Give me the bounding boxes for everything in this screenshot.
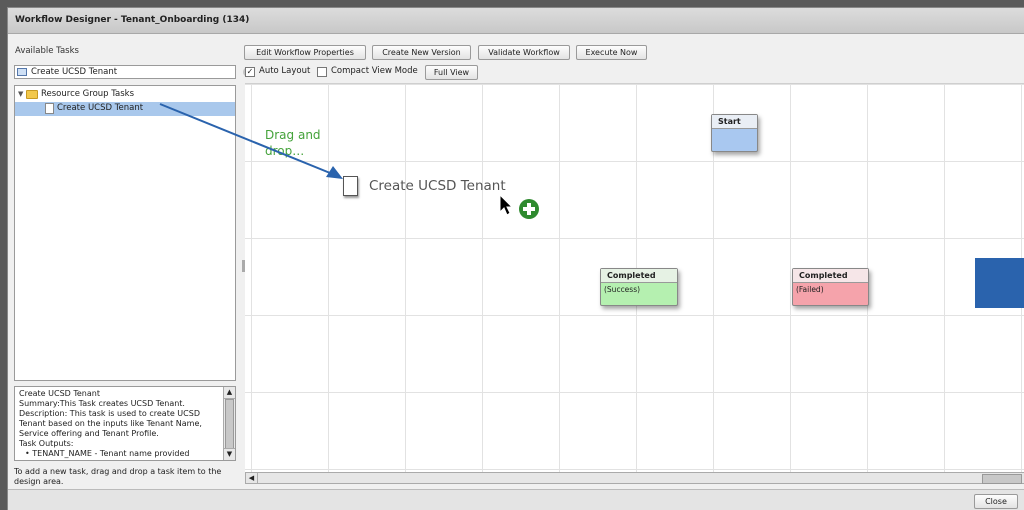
drag-arrow-overlay xyxy=(159,103,343,179)
drag-arrow-line xyxy=(159,103,336,176)
